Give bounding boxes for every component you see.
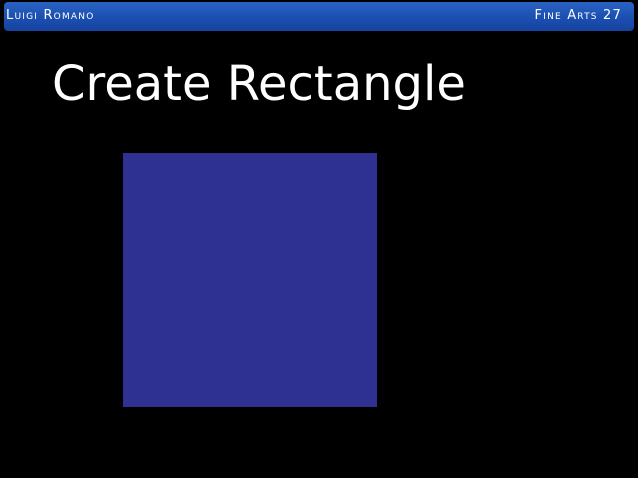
rectangle-shape [123,153,377,407]
author-name: Luigi Romano [6,8,95,23]
slide-title: Create Rectangle [52,56,466,112]
course-label: Fine Arts 27 [534,8,622,23]
slide-header-bar: Luigi Romano Fine Arts 27 [4,2,634,31]
